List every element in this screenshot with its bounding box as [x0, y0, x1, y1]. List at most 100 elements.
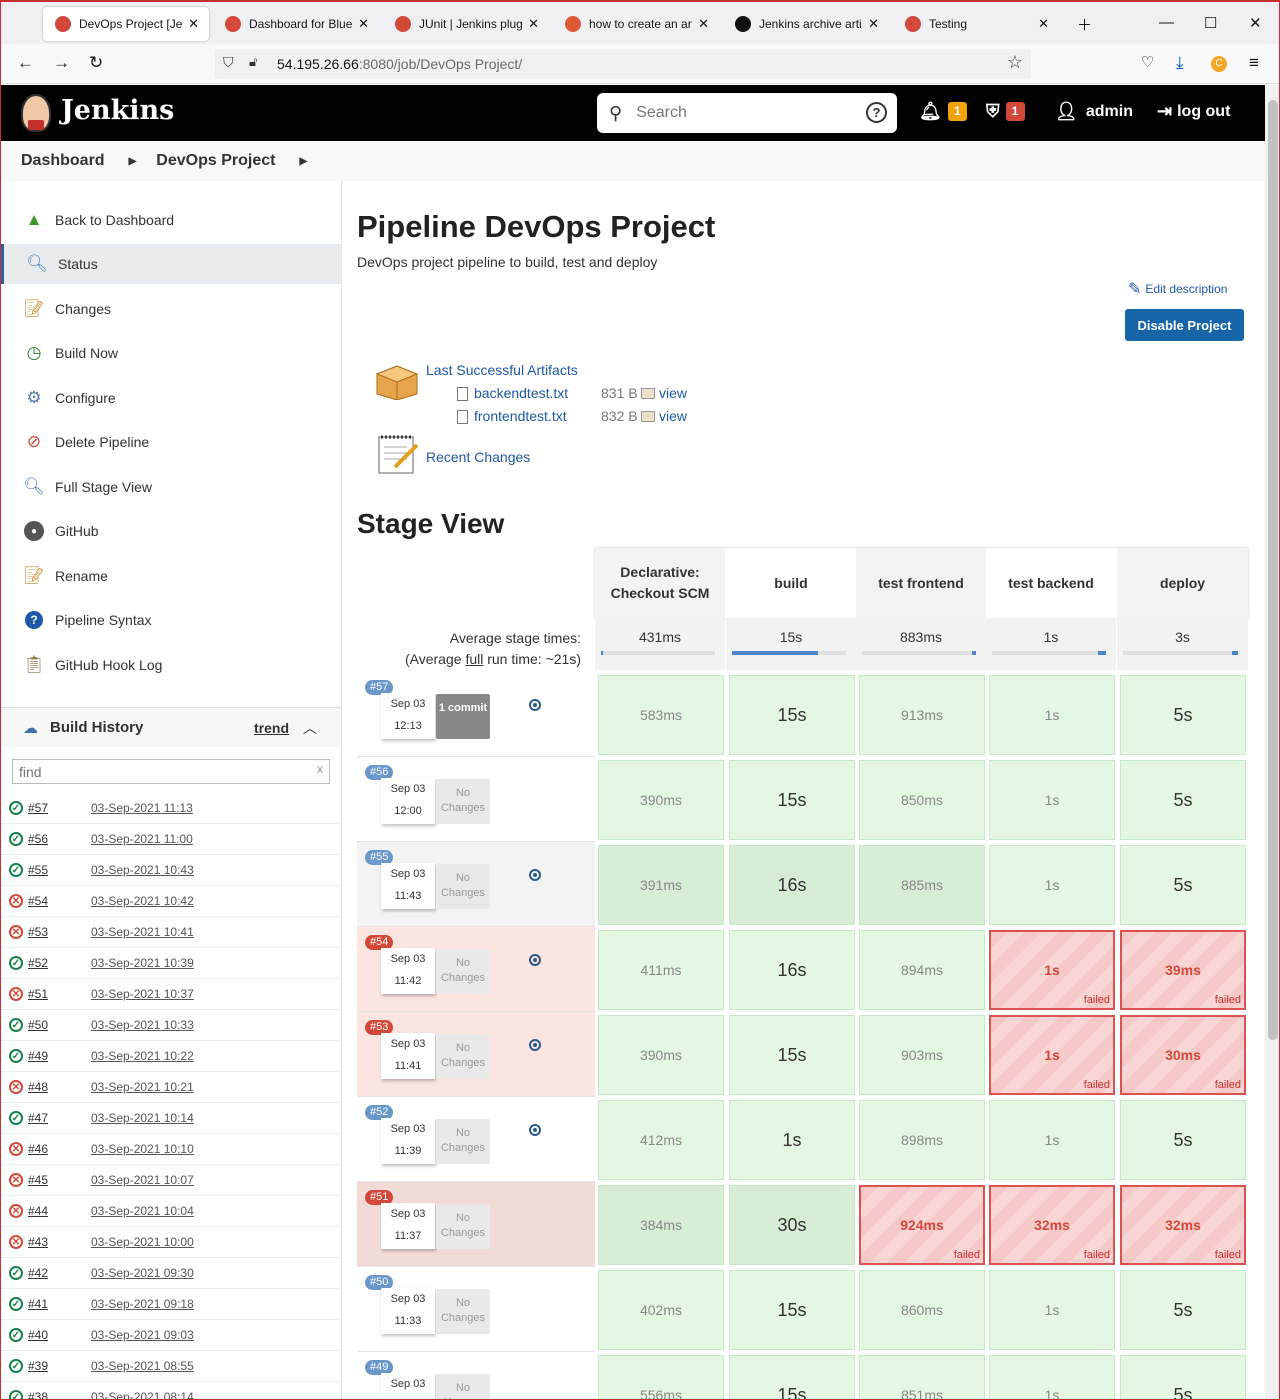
recent-changes-link[interactable]: Recent Changes — [426, 449, 530, 465]
run-changes[interactable]: No Changes — [436, 1119, 490, 1164]
close-tab-icon[interactable]: ✕ — [1038, 16, 1049, 32]
view-file-icon[interactable] — [641, 411, 655, 422]
build-number-link[interactable]: #42 — [28, 1266, 91, 1280]
build-history-find-input[interactable] — [12, 759, 330, 784]
build-date-link[interactable]: 03-Sep-2021 10:07 — [91, 1173, 194, 1187]
view-file-icon[interactable] — [641, 388, 655, 399]
help-icon[interactable]: ? — [866, 102, 887, 123]
maximize-icon[interactable]: ☐ — [1204, 14, 1217, 32]
stage-cell[interactable]: 903ms — [859, 1015, 985, 1095]
close-tab-icon[interactable]: ✕ — [358, 16, 369, 32]
sidebar-item-github-hook-log[interactable]: 📋︎ GitHub Hook Log — [1, 645, 341, 685]
stage-cell[interactable]: 411ms — [598, 930, 724, 1010]
stage-cell[interactable]: 5s — [1120, 760, 1246, 840]
trend-link[interactable]: trend — [254, 720, 289, 736]
back-arrow-icon[interactable]: ← — [17, 53, 34, 73]
build-history-row[interactable]: ✓ #41 03-Sep-2021 09:18 — [1, 1289, 341, 1320]
build-number-link[interactable]: #56 — [28, 832, 91, 846]
browser-tab[interactable]: Jenkins archive artifacts ✕ — [723, 7, 889, 41]
stage-cell[interactable]: 390ms — [598, 1015, 724, 1095]
stage-cell[interactable]: 32ms failed — [989, 1185, 1115, 1265]
build-run-row[interactable]: #55 Sep 03 11:43 No Changes — [357, 842, 595, 927]
stage-cell[interactable]: 860ms — [859, 1270, 985, 1350]
build-history-row[interactable]: ✓ #42 03-Sep-2021 09:30 — [1, 1258, 341, 1289]
artifact-view-link[interactable]: view — [659, 385, 687, 401]
build-number-link[interactable]: #48 — [28, 1080, 91, 1094]
stage-cell[interactable]: 885ms — [859, 845, 985, 925]
build-number-link[interactable]: #51 — [28, 987, 91, 1001]
build-history-row[interactable]: ✓ #52 03-Sep-2021 10:39 — [1, 948, 341, 979]
sidebar-item-build-now[interactable]: ◷ Build Now — [1, 333, 341, 373]
build-history-row[interactable]: ✓ #38 03-Sep-2021 08:14 — [1, 1382, 341, 1399]
artifact-link[interactable]: backendtest.txt — [474, 385, 568, 401]
build-run-row[interactable]: #50 Sep 03 11:33 No Changes — [357, 1267, 595, 1352]
close-tab-icon[interactable]: ✕ — [528, 16, 539, 32]
breadcrumb-dashboard[interactable]: Dashboard — [21, 152, 105, 170]
forward-arrow-icon[interactable]: → — [53, 53, 70, 73]
close-window-icon[interactable]: ✕ — [1249, 14, 1262, 32]
build-date-link[interactable]: 03-Sep-2021 10:14 — [91, 1111, 194, 1125]
stage-cell[interactable]: 16s — [729, 845, 855, 925]
stage-cell[interactable]: 1s — [989, 1270, 1115, 1350]
stage-cell[interactable]: 556ms — [598, 1355, 724, 1399]
close-tab-icon[interactable]: ✕ — [698, 16, 709, 32]
stage-cell[interactable]: 5s — [1120, 1270, 1246, 1350]
user-menu[interactable]: 👤︎ admin — [1055, 101, 1133, 122]
jenkins-logo-icon[interactable] — [21, 94, 51, 132]
build-run-row[interactable]: #52 Sep 03 11:39 No Changes — [357, 1097, 595, 1182]
stage-cell[interactable]: 32ms failed — [1120, 1185, 1246, 1265]
build-number-link[interactable]: #41 — [28, 1297, 91, 1311]
close-tab-icon[interactable]: ✕ — [868, 16, 879, 32]
sidebar-item-github[interactable]: ● GitHub — [1, 511, 341, 551]
build-date-link[interactable]: 03-Sep-2021 11:13 — [91, 801, 193, 815]
pin-icon[interactable] — [529, 869, 541, 881]
build-date-link[interactable]: 03-Sep-2021 10:22 — [91, 1049, 194, 1063]
build-history-row[interactable]: ✓ #50 03-Sep-2021 10:33 — [1, 1010, 341, 1041]
build-history-row[interactable]: ✓ #55 03-Sep-2021 10:43 — [1, 855, 341, 886]
breadcrumb-separator-icon[interactable]: ▶ — [129, 156, 137, 167]
build-date-link[interactable]: 03-Sep-2021 10:43 — [91, 863, 194, 877]
stage-cell[interactable]: 15s — [729, 760, 855, 840]
sidebar-item-rename[interactable]: 📝︎ Rename — [1, 556, 341, 596]
build-date-link[interactable]: 03-Sep-2021 09:03 — [91, 1328, 194, 1342]
build-history-row[interactable]: ✓ #56 03-Sep-2021 11:00 — [1, 824, 341, 855]
build-number-link[interactable]: #57 — [28, 801, 91, 815]
logout-button[interactable]: ⇥ log out — [1157, 101, 1230, 122]
stage-cell[interactable]: 391ms — [598, 845, 724, 925]
build-date-link[interactable]: 03-Sep-2021 10:39 — [91, 956, 194, 970]
build-number-link[interactable]: #47 — [28, 1111, 91, 1125]
sidebar-item-changes[interactable]: 📝︎ Changes — [1, 289, 341, 329]
stage-cell[interactable]: 384ms — [598, 1185, 724, 1265]
search-input[interactable] — [636, 104, 847, 122]
build-history-row[interactable]: ✓ #47 03-Sep-2021 10:14 — [1, 1103, 341, 1134]
build-run-row[interactable]: #54 Sep 03 11:42 No Changes — [357, 927, 595, 1012]
browser-tab[interactable]: Testing ✕ — [893, 7, 1059, 41]
build-number-link[interactable]: #54 — [28, 894, 91, 908]
build-number-link[interactable]: #45 — [28, 1173, 91, 1187]
build-history-row[interactable]: ✓ #49 03-Sep-2021 10:22 — [1, 1041, 341, 1072]
run-changes[interactable]: No Changes — [436, 1374, 490, 1399]
build-number-link[interactable]: #50 — [28, 1018, 91, 1032]
stage-cell[interactable]: 5s — [1120, 1100, 1246, 1180]
build-date-link[interactable]: 03-Sep-2021 11:00 — [91, 832, 193, 846]
stage-cell[interactable]: 15s — [729, 675, 855, 755]
sidebar-item-status[interactable]: 🔍︎ Status — [1, 244, 341, 284]
stage-cell[interactable]: 412ms — [598, 1100, 724, 1180]
build-number-link[interactable]: #55 — [28, 863, 91, 877]
stage-cell[interactable]: 30s — [729, 1185, 855, 1265]
build-run-row[interactable]: #51 Sep 03 11:37 No Changes — [357, 1182, 595, 1267]
stage-cell[interactable]: 583ms — [598, 675, 724, 755]
run-changes[interactable]: No Changes — [436, 1289, 490, 1334]
build-history-row[interactable]: ✓ #57 03-Sep-2021 11:13 — [1, 793, 341, 824]
pin-icon[interactable] — [529, 954, 541, 966]
build-history-row[interactable]: ✕ #54 03-Sep-2021 10:42 — [1, 886, 341, 917]
build-history-row[interactable]: ✕ #44 03-Sep-2021 10:04 — [1, 1196, 341, 1227]
build-number-link[interactable]: #52 — [28, 956, 91, 970]
clear-find-icon[interactable]: x — [317, 762, 323, 776]
lock-warning-icon[interactable]: 🔓︎ — [249, 54, 257, 70]
build-date-link[interactable]: 03-Sep-2021 09:18 — [91, 1297, 194, 1311]
stage-cell[interactable]: 1s — [989, 760, 1115, 840]
stage-cell[interactable]: 16s — [729, 930, 855, 1010]
stage-cell[interactable]: 15s — [729, 1015, 855, 1095]
jenkins-brand[interactable]: Jenkins — [61, 95, 174, 126]
